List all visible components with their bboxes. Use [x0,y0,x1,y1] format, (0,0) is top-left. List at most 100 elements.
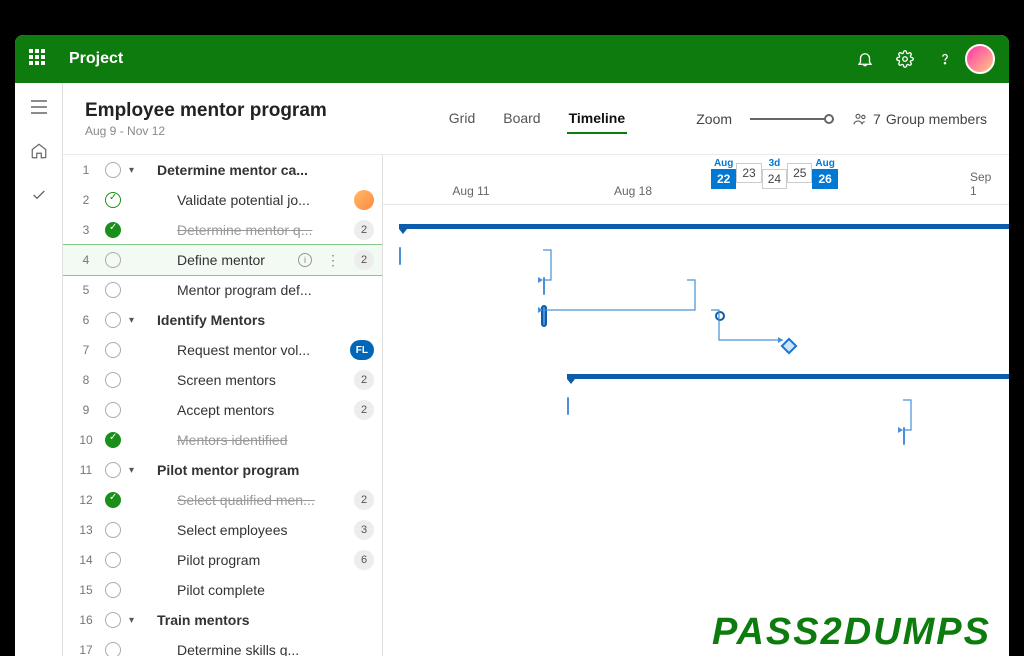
row-number: 4 [75,253,97,267]
task-row[interactable]: 14Pilot program6 [63,545,382,575]
complete-toggle[interactable] [105,432,121,448]
gantt-bar[interactable] [543,271,687,301]
complete-toggle[interactable] [105,552,121,568]
people-icon [852,111,868,127]
complete-toggle[interactable] [105,582,121,598]
complete-toggle[interactable] [105,642,121,656]
complete-toggle[interactable] [105,342,121,358]
row-number: 16 [75,613,97,627]
tab-board[interactable]: Board [501,104,542,134]
task-row[interactable]: 9Accept mentors2 [63,395,382,425]
complete-toggle[interactable] [105,252,121,268]
assignee-avatar[interactable] [354,190,374,210]
complete-toggle[interactable] [105,462,121,478]
gantt-bar[interactable] [903,421,1009,451]
row-number: 1 [75,163,97,177]
chevron-down-icon[interactable]: ▾ [129,315,141,326]
row-number: 9 [75,403,97,417]
watermark: PASS2DUMPS [712,611,991,654]
count-badge: 3 [354,520,374,540]
assignee-badge[interactable]: FL [350,340,374,360]
task-row[interactable]: 11 ▾ Pilot mentor program [63,455,382,485]
gantt-bar[interactable] [783,331,795,361]
task-label[interactable]: Define mentor [177,252,286,268]
chevron-down-icon[interactable]: ▾ [129,165,141,176]
gantt-bar[interactable] [543,301,711,331]
complete-toggle[interactable] [105,222,121,238]
count-badge: 2 [354,370,374,390]
row-number: 14 [75,553,97,567]
task-row[interactable]: 6▾Identify Mentors [63,305,382,335]
chevron-down-icon[interactable]: ▾ [129,615,141,626]
complete-toggle[interactable] [105,612,121,628]
task-label[interactable]: Pilot mentor program [157,462,374,478]
zoom-slider[interactable] [750,118,834,120]
complete-toggle[interactable] [105,372,121,388]
complete-toggle[interactable] [105,492,121,508]
count-badge: 2 [354,250,374,270]
settings-icon[interactable] [885,39,925,79]
gantt-bar[interactable] [399,241,543,271]
tab-grid[interactable]: Grid [447,104,477,134]
complete-toggle[interactable] [105,312,121,328]
task-label[interactable]: Pilot complete [177,582,374,598]
task-row[interactable]: 7Request mentor vol...FL [63,335,382,365]
task-label[interactable]: Train mentors [157,612,374,628]
gantt-bar[interactable] [567,361,1009,391]
complete-toggle[interactable] [105,522,121,538]
task-label[interactable]: Determine mentor ca... [157,162,374,178]
user-avatar[interactable] [965,44,995,74]
task-row[interactable]: 17Determine skills g... [63,635,382,656]
row-number: 8 [75,373,97,387]
task-row[interactable]: 10Mentors identified [63,425,382,455]
task-label[interactable]: Identify Mentors [157,312,374,328]
task-row[interactable]: 15Pilot complete [63,575,382,605]
task-row[interactable]: 13Select employees3 [63,515,382,545]
menu-icon[interactable] [23,91,55,123]
row-number: 12 [75,493,97,507]
task-row[interactable]: 2Validate potential jo... [63,185,382,215]
task-row[interactable]: 12Select qualified men...2 [63,485,382,515]
task-row[interactable]: 4 Define mentor i ⋮ 2 [63,245,382,275]
task-label[interactable]: Mentor program def... [177,282,374,298]
milestone-marker[interactable] [781,338,798,355]
task-label[interactable]: Pilot program [177,552,346,568]
task-label[interactable]: Select qualified men... [177,492,346,508]
task-label[interactable]: Determine skills g... [177,642,374,656]
task-label[interactable]: Determine mentor q... [177,222,346,238]
task-label[interactable]: Accept mentors [177,402,346,418]
complete-toggle[interactable] [105,282,121,298]
task-label[interactable]: Mentors identified [177,432,374,448]
gantt-bar[interactable] [399,211,1009,241]
task-row[interactable]: 16 ▾ Train mentors [63,605,382,635]
row-number: 5 [75,283,97,297]
complete-toggle[interactable] [105,402,121,418]
task-row[interactable]: 5 Mentor program def... [63,275,382,305]
group-members-button[interactable]: 7 Group members [852,111,987,127]
task-label[interactable]: Select employees [177,522,346,538]
task-row[interactable]: 8 Screen mentors 2 [63,365,382,395]
info-icon[interactable]: i [298,253,312,267]
app-launcher-icon[interactable] [29,49,49,69]
task-label[interactable]: Validate potential jo... [177,192,346,208]
complete-toggle[interactable] [105,162,121,178]
notifications-icon[interactable] [845,39,885,79]
help-icon[interactable] [925,39,965,79]
chevron-down-icon[interactable]: ▾ [129,465,141,476]
task-row[interactable]: 1 ▾ Determine mentor ca... [63,155,382,185]
gantt-chart[interactable]: Aug22 23 3d24 25 Aug26 Aug 11 Aug 18 Sep… [383,155,1009,656]
row-number: 3 [75,223,97,237]
more-icon[interactable]: ⋮ [326,252,340,269]
task-label[interactable]: Request mentor vol... [177,342,342,358]
row-number: 11 [75,463,97,477]
topbar: Project [15,35,1009,83]
left-rail [15,83,63,656]
task-row[interactable]: 3Determine mentor q...2 [63,215,382,245]
complete-toggle[interactable] [105,192,121,208]
tab-timeline[interactable]: Timeline [567,104,628,134]
home-icon[interactable] [23,135,55,167]
task-list[interactable]: 1▾Determine mentor ca...2Validate potent… [63,155,383,656]
checkmark-icon[interactable] [23,179,55,211]
gantt-bar[interactable] [567,391,903,421]
task-label[interactable]: Screen mentors [177,372,346,388]
